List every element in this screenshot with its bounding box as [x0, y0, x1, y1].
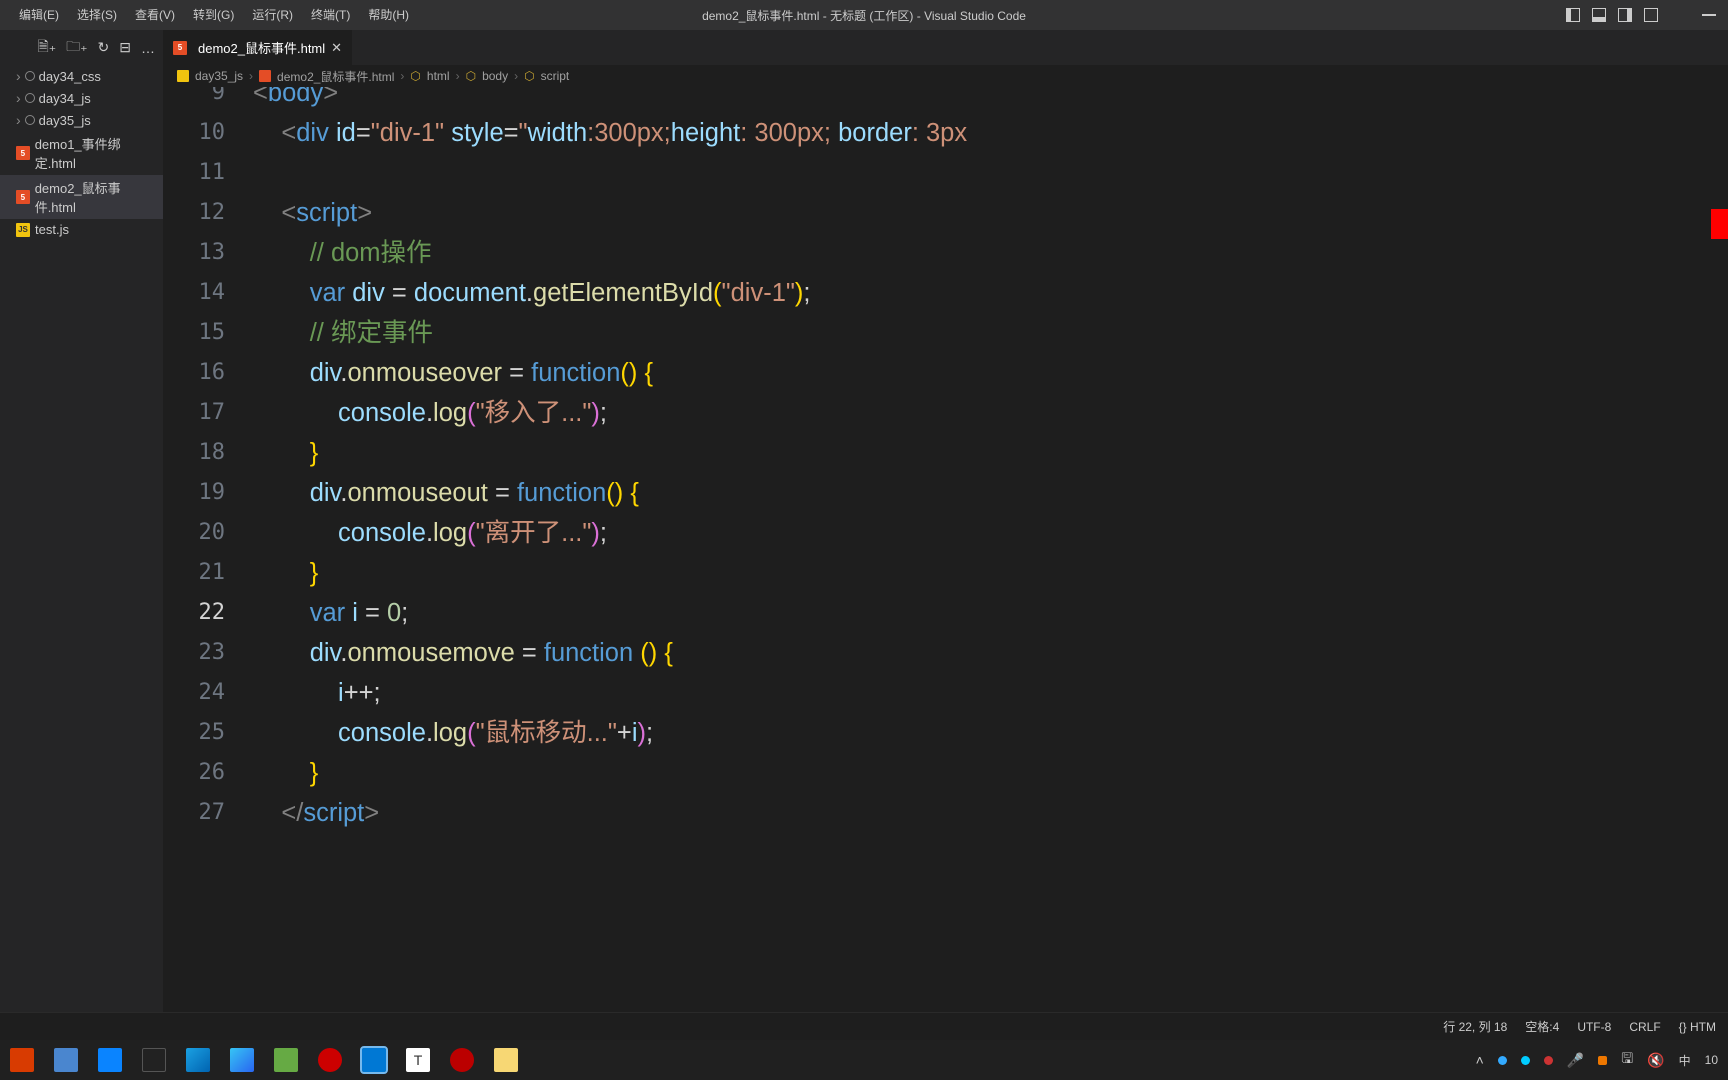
taskbar-left: T: [0, 1048, 518, 1072]
html-icon: 5: [16, 146, 30, 160]
encoding[interactable]: UTF-8: [1577, 1020, 1611, 1034]
tray-icon[interactable]: [1598, 1056, 1607, 1065]
statusbar: 行 22, 列 18 空格:4 UTF-8 CRLF {} HTM: [0, 1012, 1728, 1040]
sym-icon: ⬡: [524, 69, 534, 83]
sym-icon: ⬡: [410, 69, 420, 83]
layout-icon[interactable]: [1566, 8, 1580, 22]
new-folder-icon[interactable]: 🗀₊: [66, 36, 87, 60]
sym-icon: ⬡: [466, 69, 476, 83]
refresh-icon[interactable]: ↻: [98, 39, 110, 56]
folder-day35_js[interactable]: day35_js: [0, 109, 163, 131]
taskbar: T ˄ 🎤 🖫 🔇 中 10: [0, 1040, 1728, 1080]
eol[interactable]: CRLF: [1629, 1020, 1660, 1034]
app-icon[interactable]: [186, 1048, 210, 1072]
menubar: 编辑(E)选择(S)查看(V)转到(G)运行(R)终端(T)帮助(H): [0, 0, 418, 30]
explorer-sidebar: 🗎₊ 🗀₊ ↻ ⊟ … day34_cssday34_jsday35_js5de…: [0, 30, 163, 1012]
app-icon[interactable]: [142, 1048, 166, 1072]
html-icon: 5: [173, 41, 187, 55]
speaker-icon[interactable]: 🔇: [1647, 1052, 1664, 1069]
app-icon[interactable]: T: [406, 1048, 430, 1072]
tray-icon[interactable]: [1498, 1056, 1507, 1065]
layout-icon[interactable]: [1618, 8, 1632, 22]
file-item[interactable]: JStest.js: [0, 219, 163, 240]
app-icon[interactable]: [10, 1048, 34, 1072]
tab-demo2[interactable]: 5 demo2_鼠标事件.html ✕: [163, 30, 353, 65]
time[interactable]: 10: [1705, 1053, 1718, 1067]
more-icon[interactable]: …: [141, 40, 155, 56]
close-icon[interactable]: ✕: [331, 40, 342, 56]
menu-item[interactable]: 选择(S): [68, 0, 126, 30]
app-icon[interactable]: [54, 1048, 78, 1072]
titlebar: 编辑(E)选择(S)查看(V)转到(G)运行(R)终端(T)帮助(H) demo…: [0, 0, 1728, 30]
breadcrumb-item[interactable]: script: [541, 69, 570, 83]
menu-item[interactable]: 运行(R): [243, 0, 302, 30]
code-content[interactable]: <body> <div id="div-1" style="width:300p…: [253, 87, 1728, 1012]
menu-item[interactable]: 查看(V): [126, 0, 184, 30]
menu-item[interactable]: 编辑(E): [10, 0, 68, 30]
vscode-icon[interactable]: [362, 1048, 386, 1072]
mic-icon[interactable]: 🎤: [1567, 1052, 1584, 1069]
new-file-icon[interactable]: 🗎₊: [37, 36, 56, 60]
collapse-icon[interactable]: ⊟: [119, 39, 131, 56]
language-mode[interactable]: {} HTM: [1679, 1020, 1716, 1034]
gutter: 9101112131415161718192021222324252627: [163, 87, 253, 1012]
layout-icon[interactable]: [1644, 8, 1658, 22]
folder-day34_css[interactable]: day34_css: [0, 65, 163, 87]
js-icon: [177, 70, 189, 82]
tab-label: demo2_鼠标事件.html: [198, 38, 325, 57]
html5-icon: [259, 70, 271, 82]
error-marker: [1711, 209, 1728, 239]
battery-icon[interactable]: 🖫: [1621, 1048, 1633, 1072]
indentation[interactable]: 空格:4: [1525, 1018, 1559, 1035]
app-icon[interactable]: [274, 1048, 298, 1072]
breadcrumb-item[interactable]: day35_js: [195, 69, 243, 83]
app-icon[interactable]: [230, 1048, 254, 1072]
app-icon[interactable]: [450, 1048, 474, 1072]
window-title: demo2_鼠标事件.html - 无标题 (工作区) - Visual Stu…: [702, 7, 1026, 24]
tabs: 5 demo2_鼠标事件.html ✕: [163, 30, 1728, 65]
menu-item[interactable]: 终端(T): [302, 0, 359, 30]
ime-indicator[interactable]: 中: [1679, 1052, 1691, 1069]
minimize-button[interactable]: [1702, 14, 1716, 16]
tray-icon[interactable]: [1544, 1056, 1553, 1065]
tray-icon[interactable]: [1521, 1056, 1530, 1065]
menu-item[interactable]: 转到(G): [184, 0, 243, 30]
js-icon: JS: [16, 223, 30, 237]
editor-area: 5 demo2_鼠标事件.html ✕ day35_js›demo2_鼠标事件.…: [163, 30, 1728, 1012]
file-item[interactable]: 5demo1_事件绑定.html: [0, 131, 163, 175]
explorer-actions: 🗎₊ 🗀₊ ↻ ⊟ …: [0, 30, 163, 65]
breadcrumb-item[interactable]: demo2_鼠标事件.html: [277, 68, 394, 85]
layout-icon[interactable]: [1592, 8, 1606, 22]
code-editor[interactable]: 9101112131415161718192021222324252627 <b…: [163, 87, 1728, 1012]
file-item[interactable]: 5demo2_鼠标事件.html: [0, 175, 163, 219]
breadcrumb-item[interactable]: html: [427, 69, 450, 83]
app-icon[interactable]: [98, 1048, 122, 1072]
window-controls: [1566, 8, 1728, 22]
file-tree: day34_cssday34_jsday35_js5demo1_事件绑定.htm…: [0, 65, 163, 240]
breadcrumb[interactable]: day35_js›demo2_鼠标事件.html›⬡html›⬡body›⬡sc…: [163, 65, 1728, 87]
menu-item[interactable]: 帮助(H): [359, 0, 418, 30]
app-icon[interactable]: [318, 1048, 342, 1072]
taskbar-right: ˄ 🎤 🖫 🔇 中 10: [1476, 1048, 1728, 1072]
app-icon[interactable]: [494, 1048, 518, 1072]
html-icon: 5: [16, 190, 30, 204]
breadcrumb-item[interactable]: body: [482, 69, 508, 83]
cursor-position[interactable]: 行 22, 列 18: [1443, 1018, 1507, 1035]
chevron-up-icon[interactable]: ˄: [1476, 1052, 1484, 1068]
folder-day34_js[interactable]: day34_js: [0, 87, 163, 109]
